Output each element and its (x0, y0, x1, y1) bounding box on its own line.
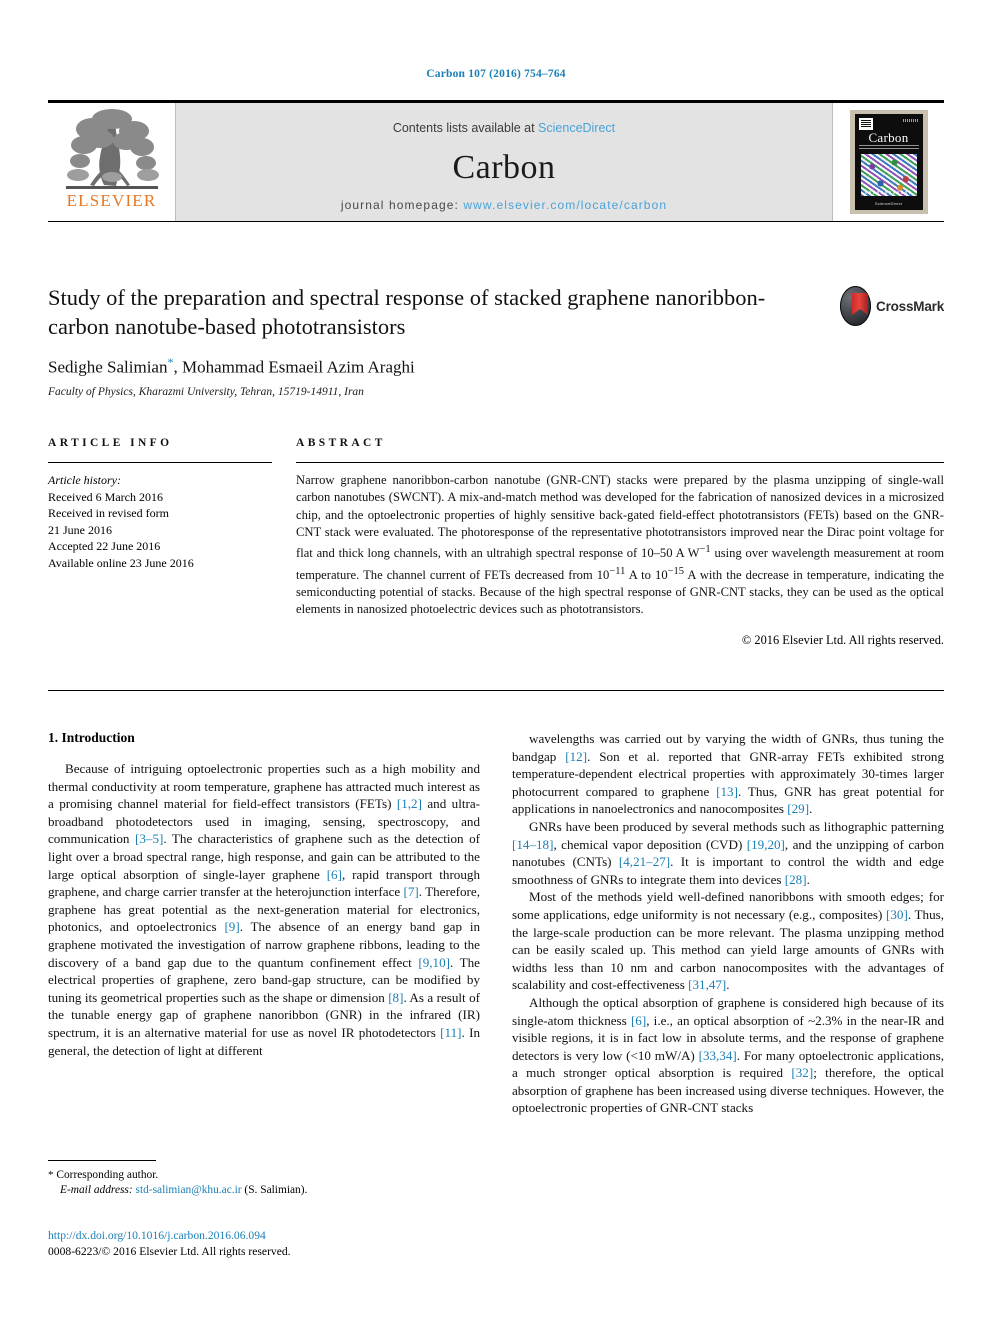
footer-block: http://dx.doi.org/10.1016/j.carbon.2016.… (48, 1228, 508, 1260)
footnote-email-link[interactable]: std-salimian@khu.ac.ir (136, 1184, 242, 1196)
article-info-column: ARTICLE INFO Article history: Received 6… (48, 437, 296, 648)
article-info-rule (48, 462, 272, 463)
article-history-item: Available online 23 June 2016 (48, 555, 194, 570)
contents-prefix: Contents lists available at (392, 121, 539, 135)
body-column-right: wavelengths was carried out by varying t… (512, 730, 944, 1117)
doi-link[interactable]: http://dx.doi.org/10.1016/j.carbon.2016.… (48, 1228, 508, 1244)
crossmark-icon[interactable] (840, 286, 872, 326)
abstract-rule (296, 462, 944, 463)
article-history-label: Article history: (48, 473, 121, 487)
body-column-left: 1. Introduction Because of intriguing op… (48, 730, 480, 1117)
title-block: Study of the preparation and spectral re… (48, 283, 944, 398)
paragraph: GNRs have been produced by several metho… (512, 818, 944, 887)
abstract-copyright: © 2016 Elsevier Ltd. All rights reserved… (741, 632, 944, 647)
elsevier-wordmark: ELSEVIER (66, 191, 157, 210)
issn-copyright-line: 0008-6223/© 2016 Elsevier Ltd. All right… (48, 1245, 291, 1258)
journal-title: Carbon (452, 149, 556, 186)
cover-journal-name: Carbon (868, 130, 909, 145)
cover-footer-lines (864, 191, 913, 194)
article-info-heading: ARTICLE INFO (48, 437, 173, 449)
paragraph: Although the optical absorption of graph… (512, 994, 944, 1116)
footnote-email-line: E-mail address: std-salimian@khu.ac.ir (… (48, 1183, 480, 1198)
contents-line: Contents lists available at ScienceDirec… (176, 103, 832, 135)
elsevier-logo: ELSEVIER (48, 103, 176, 221)
abstract-column: ABSTRACT Narrow graphene nanoribbon-carb… (296, 437, 944, 648)
running-head: Carbon 107 (2016) 754–764 (426, 68, 566, 80)
author-rest: , Mohammad Esmaeil Azim Araghi (173, 357, 415, 377)
footnote-email-suffix: (S. Salimian). (244, 1184, 308, 1196)
crossmark-badge-group[interactable]: CrossMark (840, 285, 944, 327)
page-title: Study of the preparation and spectral re… (48, 285, 766, 339)
journal-homepage-line: journal homepage: www.elsevier.com/locat… (176, 198, 832, 212)
crossmark-label: CrossMark (876, 298, 944, 314)
homepage-url-link[interactable]: www.elsevier.com/locate/carbon (463, 198, 667, 212)
author-primary: Sedighe Salimian (48, 357, 168, 377)
abstract-heading: ABSTRACT (296, 437, 386, 449)
section-divider (48, 690, 944, 691)
paragraph: Most of the methods yield well-defined n… (512, 889, 944, 993)
footnote-email-label: E-mail address: (60, 1184, 133, 1196)
article-history-item: Received 6 March 2016 (48, 489, 163, 504)
body-columns: 1. Introduction Because of intriguing op… (48, 730, 944, 1117)
paragraph: wavelengths was carried out by varying t… (512, 731, 944, 817)
paragraph: Because of intriguing optoelectronic pro… (48, 761, 480, 1058)
cover-artwork (860, 154, 917, 196)
sciencedirect-link[interactable]: ScienceDirect (538, 121, 615, 135)
masthead-center: Contents lists available at ScienceDirec… (176, 103, 832, 221)
footnote-block: * Corresponding author. E-mail address: … (48, 1168, 480, 1198)
cover-barcode-icon (858, 118, 873, 130)
footnote-corresponding-line: * Corresponding author. (48, 1168, 480, 1183)
cover-subtitle-lines (858, 145, 919, 151)
article-history-item: Received in revised form (48, 506, 169, 520)
abstract-text: Narrow graphene nanoribbon-carbon nanotu… (296, 473, 944, 617)
cover-publisher-mark: ScienceDirect (874, 201, 903, 206)
journal-cover-thumbnail: Carbon ScienceDirect (832, 103, 944, 221)
article-history-item: Accepted 22 June 2016 (48, 539, 161, 553)
cover-edition-mark (902, 119, 919, 122)
author-list: Sedighe Salimian*, Mohammad Esmaeil Azim… (48, 355, 944, 378)
homepage-prefix: journal homepage: (340, 198, 464, 212)
cover-inner: Carbon ScienceDirect (854, 114, 923, 210)
section-heading-introduction: 1. Introduction (48, 730, 135, 745)
article-history-item: 21 June 2016 (48, 522, 112, 537)
footnote-divider (48, 1160, 156, 1161)
footnote-star-icon: * (48, 1169, 54, 1181)
info-abstract-row: ARTICLE INFO Article history: Received 6… (48, 437, 944, 648)
elsevier-tree-icon (65, 109, 159, 189)
affiliation: Faculty of Physics, Kharazmi University,… (48, 385, 364, 398)
article-page: Carbon 107 (2016) 754–764 ELSEVIER Conte… (0, 0, 992, 1323)
cover-thumb: Carbon ScienceDirect (849, 110, 928, 214)
journal-masthead: ELSEVIER Contents lists available at Sci… (48, 100, 944, 222)
footnote-corresponding-text: Corresponding author. (56, 1169, 159, 1181)
